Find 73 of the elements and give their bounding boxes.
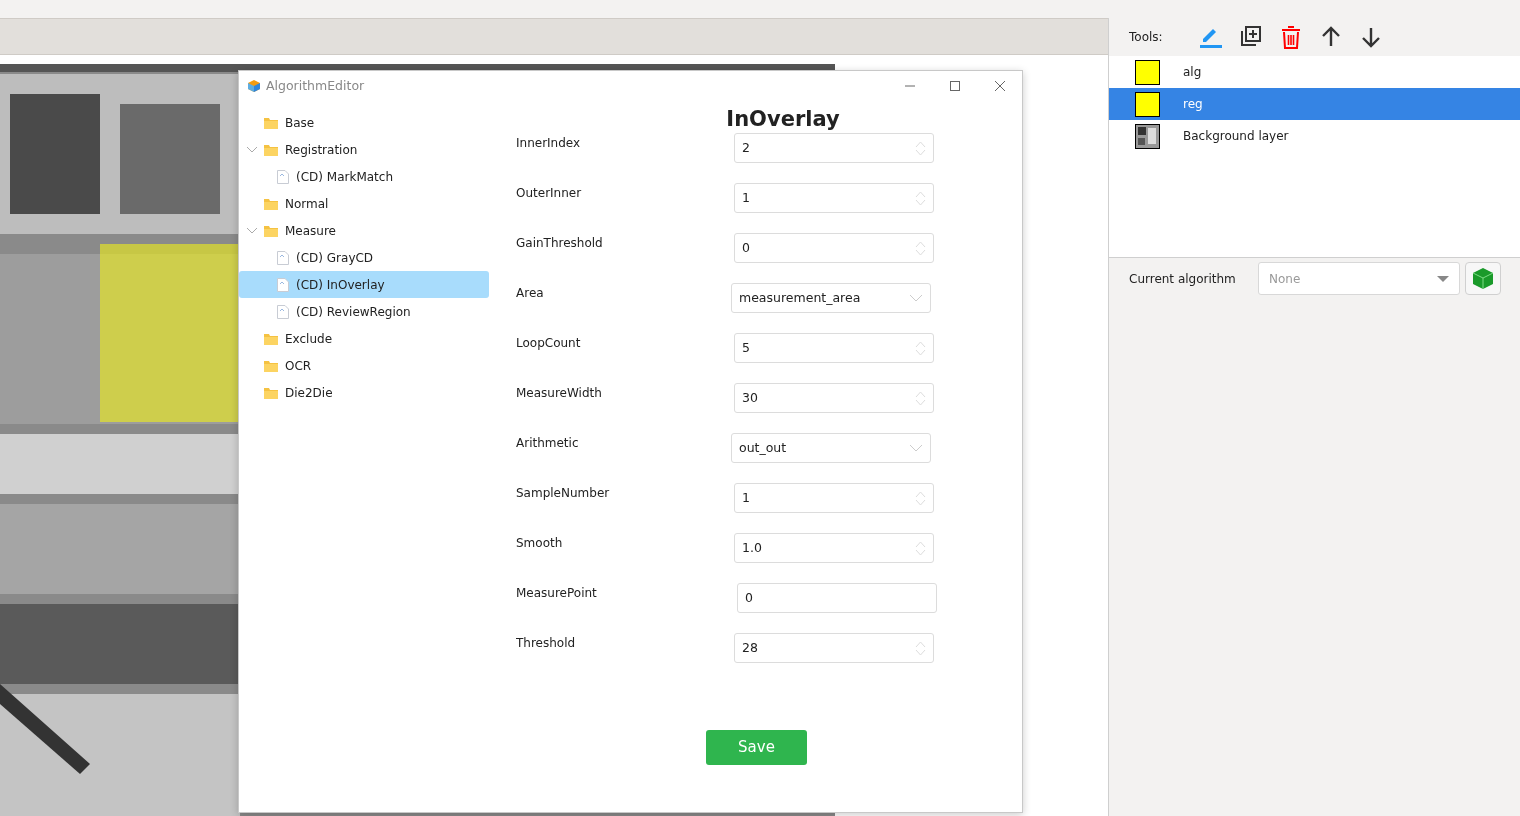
field-label: Arithmetic — [516, 435, 580, 452]
folder-icon — [264, 332, 278, 345]
arrow-down-icon — [1361, 26, 1381, 48]
spin-arrows-icon[interactable] — [915, 340, 926, 356]
number-field[interactable]: 1 — [734, 483, 934, 513]
chevron-down-icon — [909, 443, 923, 453]
caret-icon — [1437, 275, 1449, 282]
field-label: Smooth — [516, 535, 564, 552]
spin-arrows-icon[interactable] — [915, 640, 926, 656]
folder-icon — [264, 197, 278, 210]
tree-item[interactable]: (CD) InOverlay — [239, 271, 489, 298]
trash-icon — [1281, 25, 1301, 49]
folder-icon — [264, 386, 278, 399]
form-title: InOverlay — [725, 106, 841, 133]
cube-icon — [248, 80, 260, 92]
cube-icon — [1473, 268, 1493, 289]
dropdown-field[interactable]: measurement_area — [731, 283, 931, 313]
spin-arrows-icon[interactable] — [915, 140, 926, 156]
field-label: LoopCount — [516, 335, 582, 352]
tree-item[interactable]: OCR — [239, 352, 489, 379]
tree-item[interactable]: Base — [239, 109, 489, 136]
layer-thumbnail — [1135, 123, 1160, 149]
arrow-up-icon — [1321, 26, 1341, 48]
file-icon — [277, 169, 289, 184]
number-field[interactable]: 1.0 — [734, 533, 934, 563]
number-field[interactable]: 0 — [734, 233, 934, 263]
tree-item[interactable]: (CD) GrayCD — [239, 244, 489, 271]
number-field[interactable]: 2 — [734, 133, 934, 163]
add-copy-icon — [1240, 26, 1262, 48]
tree-item[interactable]: Exclude — [239, 325, 489, 352]
number-field[interactable]: 1 — [734, 183, 934, 213]
tree-item[interactable]: Measure — [239, 217, 489, 244]
number-field[interactable]: 28 — [734, 633, 934, 663]
file-icon — [277, 250, 289, 265]
field-label: OuterInner — [516, 185, 583, 202]
spin-arrows-icon[interactable] — [915, 190, 926, 206]
window-title: AlgorithmEditor — [266, 76, 365, 95]
field-label: Area — [516, 285, 545, 302]
pencil-icon — [1200, 26, 1222, 48]
tree-item[interactable]: Normal — [239, 190, 489, 217]
folder-icon — [264, 116, 278, 129]
layer-item[interactable]: Background layer — [1109, 120, 1520, 152]
field-label: SampleNumber — [516, 485, 611, 502]
algorithm-label: Current algorithm — [1129, 270, 1237, 288]
tree-item[interactable]: Registration — [239, 136, 489, 163]
folder-icon — [264, 224, 278, 237]
run-button[interactable] — [1465, 262, 1501, 295]
spin-arrows-icon[interactable] — [915, 390, 926, 406]
dropdown-field[interactable]: out_out — [731, 433, 931, 463]
layer-item[interactable]: reg — [1109, 88, 1520, 120]
field-label: InnerIndex — [516, 135, 582, 152]
folder-icon — [264, 143, 278, 156]
tree-item[interactable]: Die2Die — [239, 379, 489, 406]
field-label: MeasureWidth — [516, 385, 603, 402]
spin-arrows-icon[interactable] — [915, 490, 926, 506]
tree-item[interactable]: (CD) ReviewRegion — [239, 298, 489, 325]
number-field[interactable]: 30 — [734, 383, 934, 413]
maximize-icon — [949, 81, 960, 91]
number-field[interactable]: 5 — [734, 333, 934, 363]
spin-arrows-icon[interactable] — [915, 540, 926, 556]
field-label: GainThreshold — [516, 235, 604, 252]
input-field[interactable]: 0 — [737, 583, 937, 613]
layer-item[interactable]: alg — [1109, 56, 1520, 88]
spin-arrows-icon[interactable] — [915, 240, 926, 256]
field-label: Threshold — [516, 635, 577, 652]
folder-icon — [264, 359, 278, 372]
chevron-down-icon — [909, 293, 923, 303]
tree-item[interactable]: (CD) MarkMatch — [239, 163, 489, 190]
field-label: MeasurePoint — [516, 585, 598, 602]
close-icon — [994, 81, 1005, 91]
file-icon — [277, 277, 289, 292]
file-icon — [277, 304, 289, 319]
tools-label: Tools: — [1129, 29, 1164, 46]
